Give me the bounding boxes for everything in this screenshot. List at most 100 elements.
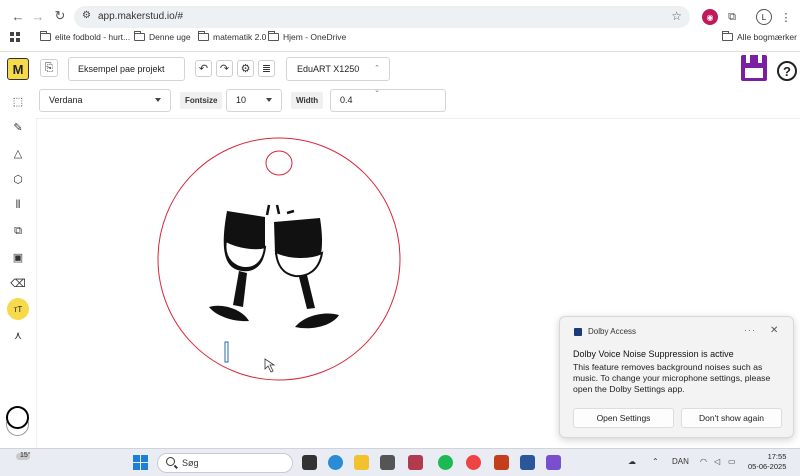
node-edit-icon[interactable]: ⋏: [9, 326, 27, 344]
shapes-tool-icon[interactable]: △: [9, 144, 27, 162]
spotify-icon[interactable]: [438, 455, 453, 470]
volume-icon[interactable]: ◁: [714, 457, 720, 466]
powerpoint-icon[interactable]: [494, 455, 509, 470]
more-options-icon[interactable]: ···: [744, 325, 756, 335]
address-bar[interactable]: ⚙ app.makerstud.io/# ☆: [74, 6, 690, 28]
text-tool-button[interactable]: тT: [7, 298, 29, 320]
dont-show-again-button[interactable]: Don't show again: [681, 408, 782, 428]
select-tool-icon[interactable]: ⬚: [9, 92, 27, 110]
system-clock[interactable]: 17:55 05-06-2025: [748, 452, 786, 472]
folder-icon: [722, 31, 733, 41]
wine-glasses-graphic[interactable]: [209, 204, 339, 329]
chevron-down-icon: [266, 98, 272, 102]
bookmarks-bar: elite fodbold - hurt... Denne uge matema…: [0, 30, 800, 48]
save-icon[interactable]: [740, 54, 768, 82]
width-label: Width: [291, 92, 324, 109]
bookmark-label: elite fodbold - hurt...: [55, 32, 131, 42]
folder-icon: [40, 31, 51, 41]
battery-icon[interactable]: ▭: [728, 457, 736, 466]
text-cursor-box[interactable]: [224, 341, 229, 363]
font-family-select[interactable]: Verdana: [39, 89, 171, 112]
width-input[interactable]: 0.4: [330, 89, 446, 112]
browser-nav-row: ← → ↻ ⚙ app.makerstud.io/# ☆ ◉ ⧉ L ⋮: [0, 4, 800, 28]
machine-select[interactable]: EduART X1250 ⌃ ⌄: [286, 57, 390, 94]
fontsize-select[interactable]: 10: [226, 89, 282, 112]
app-toolbar: M ⎘ Eksempel pae projekt ↶ ↷ ⚙ ≣ EduART …: [0, 52, 800, 94]
bookmark-item[interactable]: Denne uge: [134, 31, 191, 42]
url-text: app.makerstud.io/#: [98, 11, 184, 22]
pen-tool-icon[interactable]: ✎: [9, 118, 27, 136]
teams-icon[interactable]: [546, 455, 561, 470]
weather-tray-icon[interactable]: ☁: [628, 457, 636, 466]
app-logo[interactable]: M: [7, 58, 29, 80]
notification-title: Dolby Voice Noise Suppression is active: [573, 349, 734, 359]
help-icon[interactable]: ?: [777, 61, 797, 81]
browser-menu-icon[interactable]: ⋮: [778, 9, 794, 25]
hanging-hole[interactable]: [265, 150, 293, 176]
search-icon: [166, 457, 175, 466]
all-bookmarks-label: Alle bogmærker: [737, 32, 797, 42]
language-indicator[interactable]: DAN: [672, 457, 689, 466]
bookmark-item[interactable]: elite fodbold - hurt...: [40, 31, 131, 42]
file-explorer-icon[interactable]: [354, 455, 369, 470]
bookmark-star-icon[interactable]: ☆: [671, 9, 682, 23]
close-icon[interactable]: ✕: [770, 325, 778, 336]
align-tool-icon[interactable]: ⫴: [9, 196, 27, 214]
database-icon[interactable]: ≣: [258, 60, 275, 77]
folder-icon: [134, 31, 145, 41]
weather-widget[interactable]: 15°: [14, 452, 31, 460]
edge-icon[interactable]: [328, 455, 343, 470]
notification-body: This feature removes background noises s…: [573, 362, 771, 394]
taskbar-search[interactable]: Søg: [157, 453, 293, 473]
bookmark-label: matematik 2.0: [213, 32, 267, 42]
site-info-icon[interactable]: ⚙: [82, 10, 91, 21]
fontsize-value: 10: [236, 95, 247, 105]
back-icon[interactable]: ←: [8, 6, 28, 26]
weather-temp: 15°: [20, 452, 31, 459]
search-placeholder: Søg: [182, 458, 199, 468]
extensions-puzzle-icon[interactable]: ⧉: [724, 9, 740, 25]
open-settings-button[interactable]: Open Settings: [573, 408, 674, 428]
chrome-icon[interactable]: [466, 455, 481, 470]
bookmark-label: Hjem - OneDrive: [283, 32, 347, 42]
extension-icon[interactable]: ◉: [702, 9, 718, 25]
3d-box-icon[interactable]: ⬡: [9, 170, 27, 188]
eraser-icon[interactable]: ⌫: [9, 274, 27, 292]
windows-start-icon[interactable]: [133, 455, 148, 470]
fontsize-label: Fontsize: [180, 92, 223, 109]
bookmark-item[interactable]: Hjem - OneDrive: [268, 31, 347, 42]
store-icon[interactable]: [380, 455, 395, 470]
all-bookmarks[interactable]: Alle bogmærker: [722, 31, 797, 42]
chevron-down-icon: [155, 98, 161, 102]
project-name-input[interactable]: Eksempel pae projekt: [68, 57, 185, 81]
bookmark-label: Denne uge: [149, 32, 191, 42]
new-project-icon[interactable]: ⎘: [40, 59, 58, 77]
profile-avatar[interactable]: L: [756, 9, 772, 25]
duplicate-icon[interactable]: ⧉: [9, 222, 27, 240]
redo-icon[interactable]: ↷: [216, 60, 233, 77]
mouse-pointer-icon: [264, 358, 276, 373]
chevron-up-icon[interactable]: ⌃: [652, 457, 659, 466]
clock-date: 05-06-2025: [748, 462, 787, 471]
undo-icon[interactable]: ↶: [195, 60, 212, 77]
dolby-notification: Dolby Access ··· ✕ Dolby Voice Noise Sup…: [559, 316, 794, 438]
clock-time: 17:55: [767, 452, 787, 461]
apps-grid-icon[interactable]: [10, 32, 21, 43]
app-icon[interactable]: [408, 455, 423, 470]
frame-tool-icon[interactable]: ▣: [9, 248, 27, 266]
reload-icon[interactable]: ↻: [50, 6, 70, 26]
fill-color-swatch[interactable]: [6, 422, 29, 436]
machine-name: EduART X1250: [297, 64, 360, 74]
browser-chrome: ← → ↻ ⚙ app.makerstud.io/# ☆ ◉ ⧉ L ⋮ eli…: [0, 0, 800, 52]
wifi-icon[interactable]: ◠: [700, 457, 707, 466]
text-options-bar: Verdana Fontsize 10 Width 0.4: [0, 88, 800, 116]
folder-icon: [268, 31, 279, 41]
settings-gear-icon[interactable]: ⚙: [237, 60, 254, 77]
forward-icon[interactable]: →: [28, 6, 48, 26]
taskbar: 15° Søg ☁ ⌃ DAN ◠ ◁ ▭ 17:55 05-06-2025: [0, 448, 800, 476]
word-icon[interactable]: [520, 455, 535, 470]
bookmark-item[interactable]: matematik 2.0: [198, 31, 267, 42]
task-view-icon[interactable]: [302, 455, 317, 470]
notification-app-name: Dolby Access: [588, 327, 637, 336]
folder-icon: [198, 31, 209, 41]
